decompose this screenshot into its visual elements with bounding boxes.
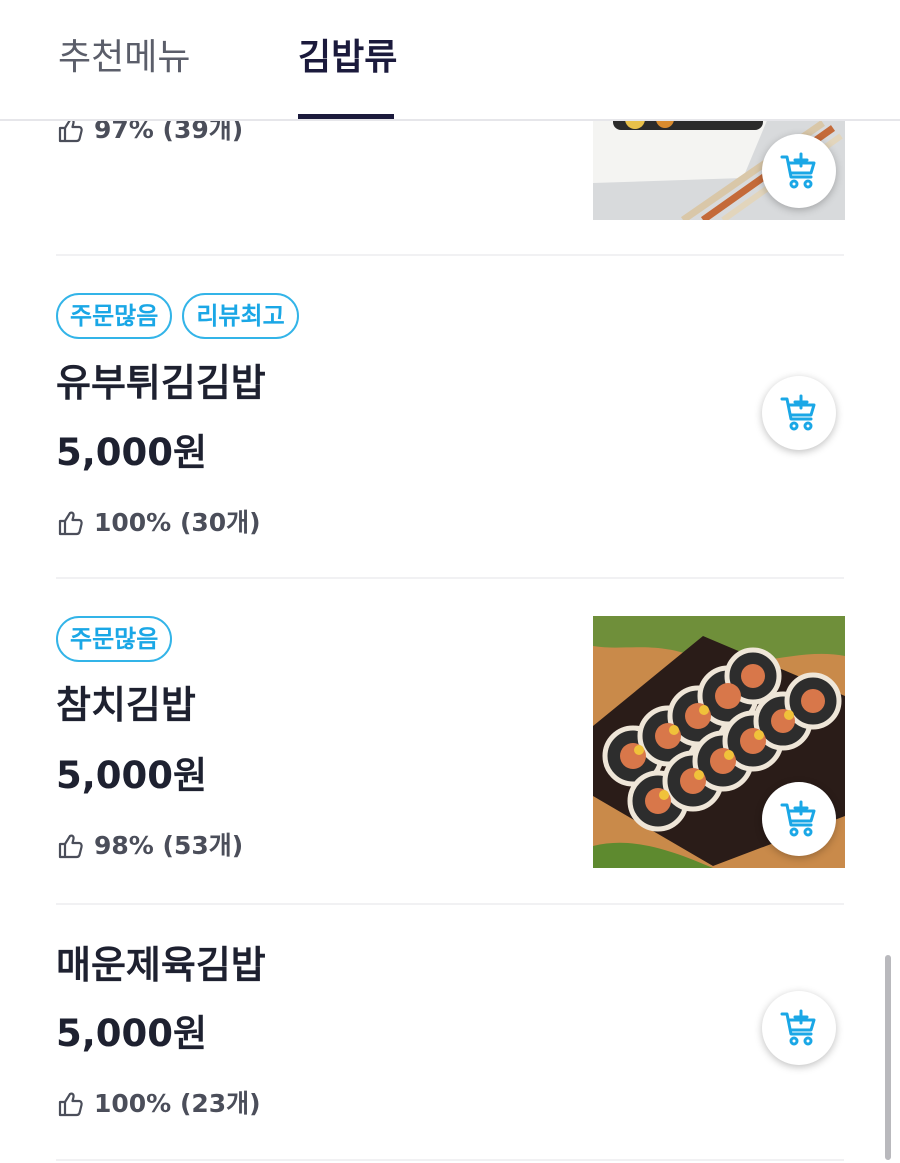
- add-to-cart-button[interactable]: [762, 376, 836, 450]
- menu-price: 5,000원: [56, 431, 208, 474]
- thumbs-up-icon: [56, 1090, 84, 1118]
- rating-text: 100% (23개): [94, 1089, 261, 1118]
- cart-plus-icon: [779, 393, 819, 433]
- menu-item[interactable]: 매운제육김밥 5,000원 100% (23개): [56, 942, 846, 1163]
- add-to-cart-button[interactable]: [762, 134, 836, 208]
- menu-name: 참치김밥: [56, 683, 196, 727]
- thumbs-up-icon: [56, 509, 84, 537]
- rating-text: 100% (30개): [94, 508, 261, 537]
- menu-name: 유부튀김김밥: [56, 361, 266, 405]
- menu-item[interactable]: 주문많음 참치김밥 5,000원 98% (53개): [56, 616, 846, 904]
- badge-popular: 주문많음: [56, 293, 173, 339]
- tab-kimbap[interactable]: 김밥류: [298, 36, 397, 80]
- divider: [56, 1159, 844, 1161]
- rating-text: 98% (53개): [94, 831, 244, 860]
- badge-group: 주문많음: [56, 616, 173, 662]
- menu-list: 97% (39개) 주문많음 리뷰최고 유부튀김김밥 5,000원 100% (…: [0, 0, 900, 1163]
- scrollbar[interactable]: [885, 955, 891, 1160]
- menu-name: 매운제육김밥: [56, 943, 266, 987]
- cart-plus-icon: [779, 1008, 819, 1048]
- rating: 98% (53개): [56, 830, 243, 862]
- divider: [56, 254, 844, 256]
- cart-plus-icon: [779, 151, 819, 191]
- add-to-cart-button[interactable]: [762, 991, 836, 1065]
- menu-item[interactable]: 주문많음 리뷰최고 유부튀김김밥 5,000원 100% (30개): [56, 292, 846, 578]
- divider: [56, 577, 844, 579]
- menu-price: 5,000원: [56, 754, 208, 797]
- badge-group: 주문많음 리뷰최고: [56, 293, 299, 339]
- cart-plus-icon: [779, 799, 819, 839]
- rating: 100% (23개): [56, 1088, 261, 1120]
- tab-recommended[interactable]: 추천메뉴: [58, 36, 190, 80]
- menu-price: 5,000원: [56, 1012, 208, 1055]
- divider: [56, 903, 844, 905]
- active-tab-indicator: [298, 114, 394, 119]
- rating: 100% (30개): [56, 507, 261, 539]
- badge-best-review: 리뷰최고: [182, 293, 299, 339]
- thumbs-up-icon: [56, 832, 84, 860]
- add-to-cart-button[interactable]: [762, 782, 836, 856]
- category-tab-bar: 추천메뉴 김밥류: [0, 0, 900, 121]
- badge-popular: 주문많음: [56, 616, 173, 662]
